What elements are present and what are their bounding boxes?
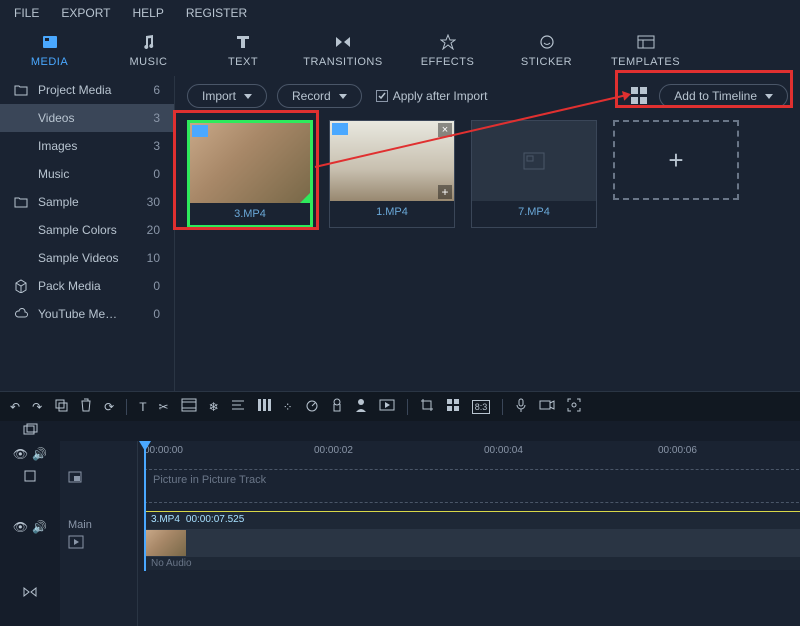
tab-templates[interactable]: TEMPLATES	[596, 26, 695, 76]
pip-drop-area[interactable]: Picture in Picture Track	[144, 469, 800, 503]
chevron-down-icon	[765, 94, 773, 99]
timeline-clip-3mp4[interactable]: 3.MP4 00:00:07.525 No Audio	[144, 511, 800, 569]
tab-media[interactable]: MEDIA	[0, 26, 99, 76]
sidebar-images[interactable]: Images 3	[0, 132, 174, 160]
pip-track-label	[60, 465, 137, 489]
media-item-1mp4[interactable]: × + 1.MP4	[329, 120, 455, 228]
templates-icon	[596, 32, 695, 52]
mic-button[interactable]	[515, 398, 527, 415]
plus-icon: +	[668, 145, 683, 176]
main-area: Project Media 6 Videos 3 Images 3 Music …	[0, 76, 800, 391]
action-bar: Import Record Apply after Import Add to …	[187, 84, 788, 108]
menu-help[interactable]: HELP	[132, 6, 163, 20]
speed-button[interactable]	[305, 398, 319, 415]
import-dropzone[interactable]: +	[613, 120, 739, 200]
media-content: Import Record Apply after Import Add to …	[175, 76, 800, 391]
play-icon[interactable]	[68, 535, 84, 552]
main-tabs: MEDIA MUSIC TEXT TRANSITIONS EFFECTS STI…	[0, 26, 800, 76]
pip-icon	[68, 471, 82, 483]
copy-button[interactable]	[54, 398, 68, 415]
freeze-button[interactable]: ❄	[209, 400, 219, 414]
pip-track[interactable]: Picture in Picture Track	[138, 469, 800, 503]
track-main-visibility[interactable]: 👁🔊	[13, 520, 47, 534]
music-icon	[99, 32, 198, 52]
track-labels: Main	[60, 441, 138, 626]
add-icon[interactable]: +	[438, 185, 452, 199]
tab-transitions[interactable]: TRANSITIONS	[288, 26, 398, 76]
camera-button[interactable]	[539, 399, 555, 414]
sidebar-pack-media[interactable]: Pack Media 0	[0, 272, 174, 300]
media-sidebar: Project Media 6 Videos 3 Images 3 Music …	[0, 76, 175, 391]
edit-points-button[interactable]: ⁘	[283, 400, 293, 414]
person-button[interactable]	[355, 398, 367, 415]
folder-icon	[14, 196, 30, 208]
columns-button[interactable]	[257, 398, 271, 415]
menu-file[interactable]: FILE	[14, 6, 39, 20]
media-item-3mp4[interactable]: 3.MP4	[187, 120, 313, 228]
record-button[interactable]: Record	[277, 84, 362, 108]
sidebar-sample-videos[interactable]: Sample Videos 10	[0, 244, 174, 272]
align-button[interactable]	[231, 399, 245, 414]
focus-button[interactable]	[567, 398, 581, 415]
track-visibility-icon[interactable]: 👁🔊	[13, 447, 47, 461]
main-track-label: Main	[60, 505, 137, 565]
menu-export[interactable]: EXPORT	[61, 6, 110, 20]
sidebar-videos[interactable]: Videos 3	[0, 104, 174, 132]
mosaic-button[interactable]	[446, 398, 460, 415]
import-button[interactable]: Import	[187, 84, 267, 108]
color-button[interactable]	[331, 398, 343, 415]
view-grid-button[interactable]	[631, 87, 649, 105]
timeline-panel: 👁🔊 👁🔊 Main 00:00:00 00:00:02 00:00:04 00…	[0, 441, 800, 626]
undo-button[interactable]: ↶	[10, 400, 20, 414]
menu-register[interactable]: REGISTER	[186, 6, 247, 20]
sidebar-project-media[interactable]: Project Media 6	[0, 76, 174, 104]
sidebar-sample-colors[interactable]: Sample Colors 20	[0, 216, 174, 244]
text-icon	[198, 32, 288, 52]
crop-button[interactable]	[420, 398, 434, 415]
delete-button[interactable]	[80, 398, 92, 415]
refresh-button[interactable]: ⟳	[104, 400, 114, 414]
chevron-down-icon	[339, 94, 347, 99]
playhead[interactable]	[144, 441, 146, 571]
play-button[interactable]	[379, 399, 395, 414]
media-item-7mp4[interactable]: 7.MP4	[471, 120, 597, 228]
track-options-icon[interactable]	[23, 469, 37, 486]
apply-after-import-checkbox[interactable]: Apply after Import	[376, 89, 488, 103]
package-icon	[14, 279, 30, 293]
media-icon	[0, 32, 99, 52]
chevron-down-icon	[244, 94, 252, 99]
redo-button[interactable]: ↷	[32, 400, 42, 414]
effects-icon	[398, 32, 497, 52]
sidebar-youtube-media[interactable]: YouTube Me… 0	[0, 300, 174, 328]
film-button[interactable]	[181, 398, 197, 415]
transitions-icon	[288, 32, 398, 52]
tab-effects[interactable]: EFFECTS	[398, 26, 497, 76]
tab-music[interactable]: MUSIC	[99, 26, 198, 76]
media-thumbnails: 3.MP4 × + 1.MP4 7.MP4 +	[187, 116, 788, 232]
timeline-tracks[interactable]: 00:00:00 00:00:02 00:00:04 00:00:06 Pict…	[138, 441, 800, 626]
checkbox-icon	[376, 90, 388, 102]
cut-button[interactable]: ✂	[159, 400, 169, 414]
add-to-timeline-button[interactable]: Add to Timeline	[659, 84, 788, 108]
timeline-toolbar: ↶ ↷ ⟳ T ✂ ❄ ⁘ 8:3	[0, 391, 800, 421]
folder-icon	[14, 84, 30, 96]
menu-bar: FILE EXPORT HELP REGISTER	[0, 0, 800, 26]
tab-sticker[interactable]: STICKER	[497, 26, 596, 76]
timeline-ruler[interactable]: 00:00:00 00:00:02 00:00:04 00:00:06	[138, 441, 800, 465]
layers-icon[interactable]	[22, 423, 38, 440]
sidebar-sample[interactable]: Sample 30	[0, 188, 174, 216]
sidebar-music[interactable]: Music 0	[0, 160, 174, 188]
sticker-icon	[497, 32, 596, 52]
tab-text[interactable]: TEXT	[198, 26, 288, 76]
ratio-button[interactable]: 8:3	[472, 400, 491, 414]
close-icon[interactable]: ×	[438, 123, 452, 137]
cloud-icon	[14, 308, 30, 320]
checkmark-icon	[298, 191, 310, 203]
track-controls-column: 👁🔊 👁🔊	[0, 441, 60, 626]
transition-track-icon[interactable]	[22, 586, 38, 601]
text-tool-button[interactable]: T	[139, 400, 146, 414]
